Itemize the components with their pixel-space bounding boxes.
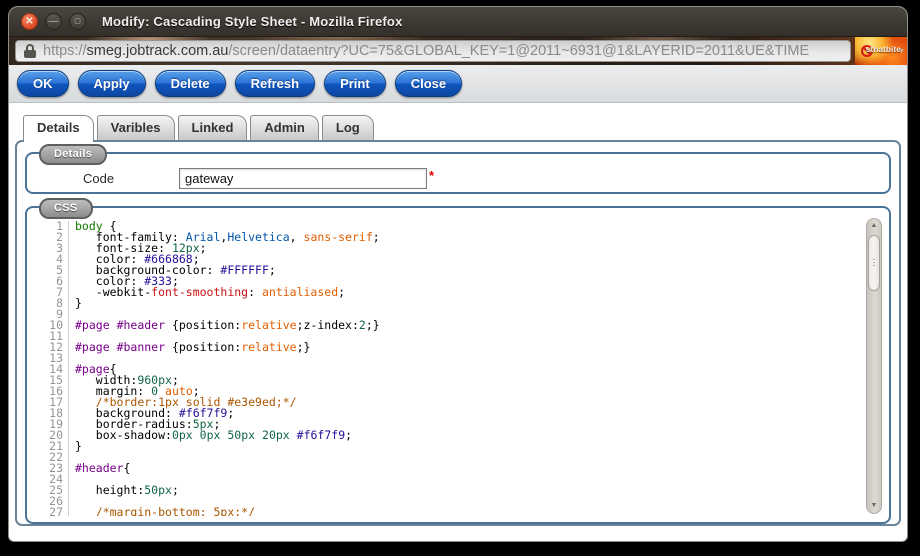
editor-scrollbar[interactable]: ▲ ▼ [866, 218, 882, 514]
scrollbar-thumb[interactable] [868, 235, 880, 291]
code-line: /*margin-bottom: 5px;*/ [75, 507, 380, 516]
scrollbar-down-icon[interactable]: ▼ [867, 499, 881, 513]
code-line: } [75, 441, 380, 452]
line-numbers-gutter: 1234567891011121314151617181920212223242… [35, 221, 69, 516]
button-toolbar: OK Apply Delete Refresh Print Close [9, 65, 907, 103]
code-line: #page #banner {position:relative;} [75, 342, 380, 353]
tab-bar: Details Varibles Linked Admin Log [15, 115, 901, 140]
code-label: Code [83, 171, 179, 186]
code-field-row: Code * [27, 154, 889, 189]
css-fieldset: CSS 123456789101112131415161718192021222… [25, 206, 891, 524]
print-button[interactable]: Print [324, 70, 386, 97]
delete-button[interactable]: Delete [155, 70, 226, 97]
persona-text: sthatbite [866, 45, 901, 54]
code-line: -webkit-font-smoothing: antialiased; [75, 287, 380, 298]
code-line: } [75, 298, 380, 309]
tab-admin[interactable]: Admin [250, 115, 318, 140]
required-asterisk: * [429, 168, 434, 183]
css-code-editor[interactable]: 1234567891011121314151617181920212223242… [35, 221, 861, 516]
location-bar[interactable]: https://smeg.jobtrack.com.au/screen/data… [15, 40, 851, 62]
code-line [75, 353, 380, 364]
page-content: Details Varibles Linked Admin Log Detail… [9, 103, 907, 526]
refresh-button[interactable]: Refresh [235, 70, 315, 97]
url-path: /screen/dataentry?UC=75&GLOBAL_KEY=1@201… [228, 43, 809, 59]
tab-varibles[interactable]: Varibles [97, 115, 175, 140]
window-close-icon[interactable]: ✕ [21, 13, 38, 30]
code-line: #header{ [75, 463, 380, 474]
code-line: box-shadow:0px 0px 50px 20px #f6f7f9; [75, 430, 380, 441]
line-number: 27 [35, 507, 63, 516]
details-fieldset: Details Code * [25, 152, 891, 194]
code-input[interactable] [179, 168, 427, 189]
code-lines[interactable]: body { font-family: Arial,Helvetica, san… [69, 221, 380, 516]
window-maximize-icon[interactable]: ▢ [69, 13, 86, 30]
url-text[interactable]: https://smeg.jobtrack.com.au/screen/data… [43, 43, 809, 59]
details-legend: Details [39, 144, 107, 165]
details-panel: Details Code * CSS 123456789101112131415… [15, 140, 901, 526]
window-title: Modify: Cascading Style Sheet - Mozilla … [102, 14, 403, 29]
css-legend: CSS [39, 198, 93, 219]
window-controls: ✕ — ▢ [21, 13, 86, 30]
lock-icon[interactable] [24, 44, 36, 58]
url-scheme: https:// [43, 43, 87, 59]
ok-button[interactable]: OK [17, 70, 69, 97]
apply-button[interactable]: Apply [78, 70, 146, 97]
tab-linked[interactable]: Linked [178, 115, 248, 140]
navigation-bar: https://smeg.jobtrack.com.au/screen/data… [9, 37, 907, 65]
close-button[interactable]: Close [395, 70, 462, 97]
code-line: #page #header {position:relative;z-index… [75, 320, 380, 331]
tab-log[interactable]: Log [322, 115, 374, 140]
window-minimize-icon[interactable]: — [45, 13, 62, 30]
urlbar-dropdown-icon[interactable]: ▼ [898, 48, 905, 55]
window-titlebar: ✕ — ▢ Modify: Cascading Style Sheet - Mo… [9, 7, 907, 37]
scrollbar-grip [873, 259, 875, 268]
scrollbar-up-icon[interactable]: ▲ [867, 219, 881, 233]
browser-window: ✕ — ▢ Modify: Cascading Style Sheet - Mo… [8, 6, 908, 542]
url-domain: smeg.jobtrack.com.au [87, 43, 229, 59]
tab-details[interactable]: Details [23, 115, 94, 140]
code-line: height:50px; [75, 485, 380, 496]
